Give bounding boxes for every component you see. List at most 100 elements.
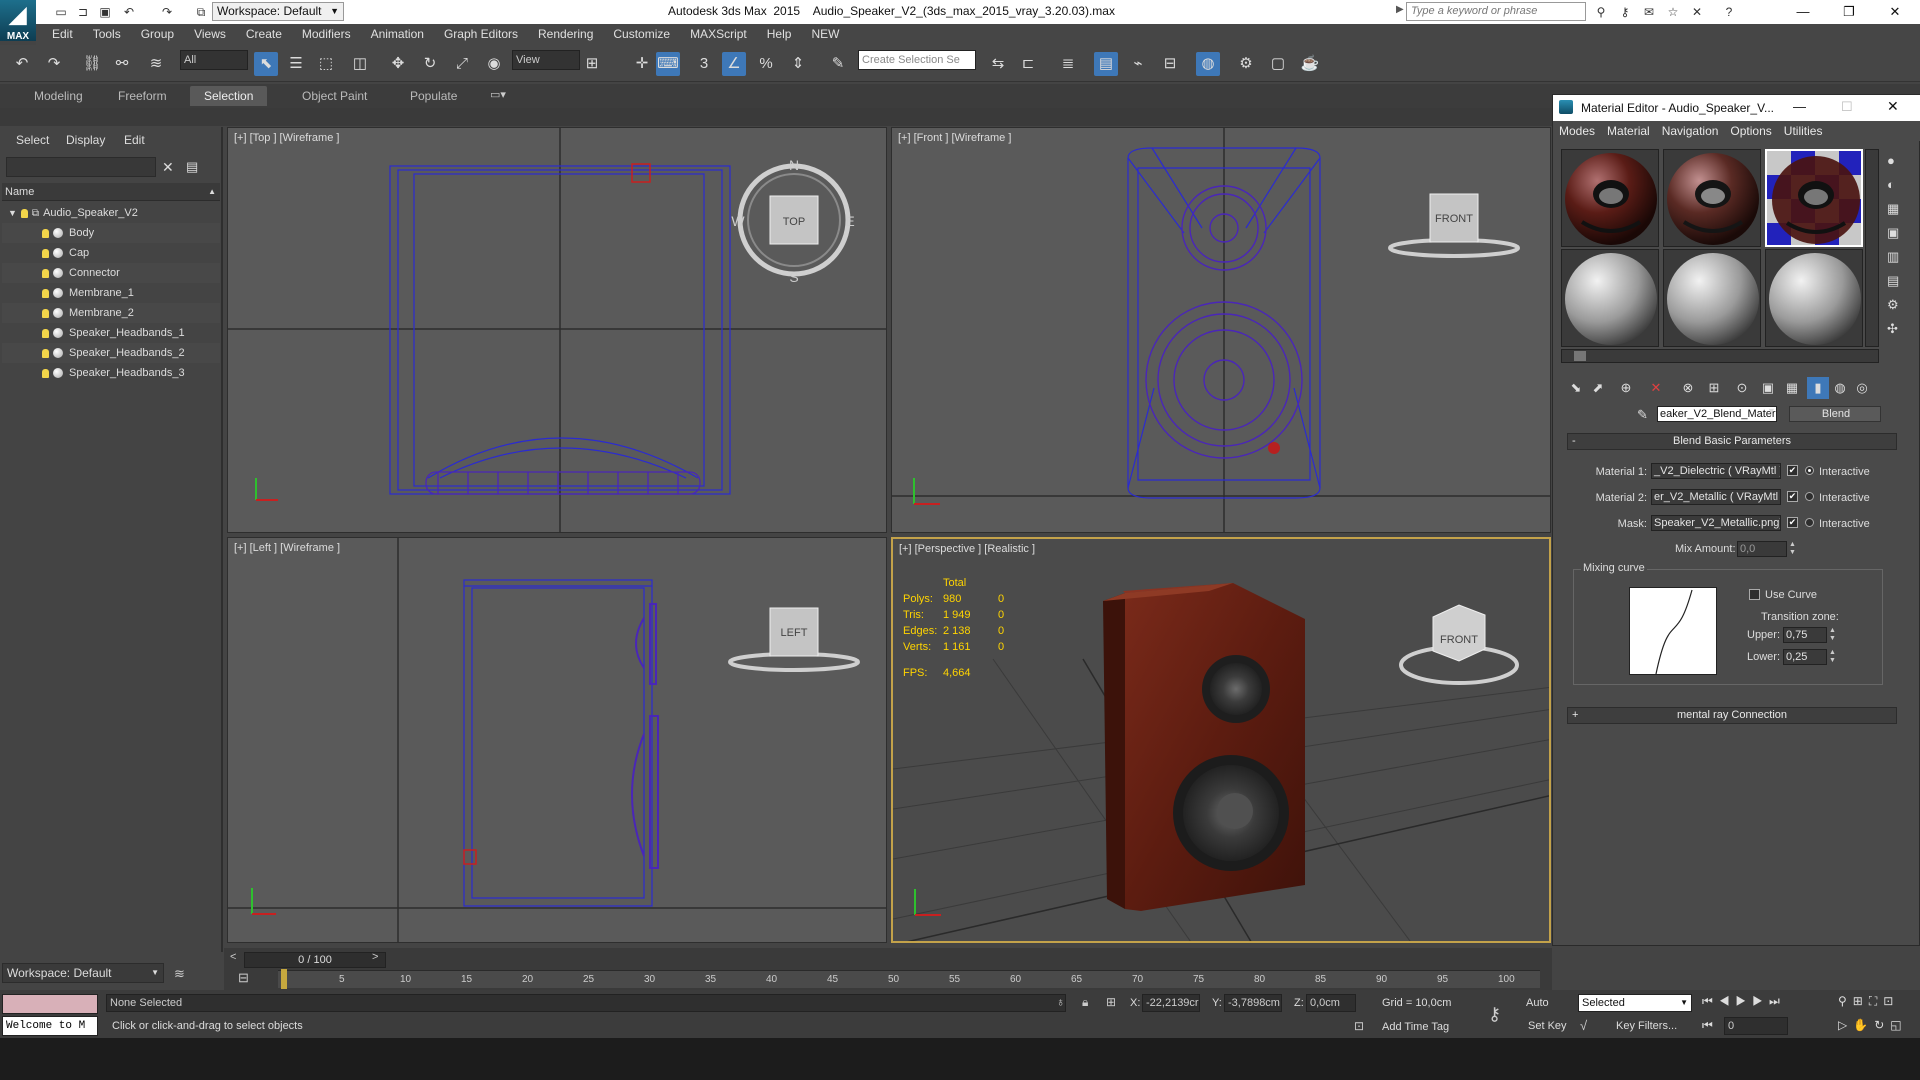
explorer-workspace-dropdown[interactable]: Workspace: Default ▼ bbox=[2, 963, 164, 983]
spinner-snap-icon[interactable]: ⇕ bbox=[786, 52, 810, 76]
light-bulb-icon[interactable] bbox=[42, 228, 49, 238]
mix-amount-spinner-icon[interactable]: ▲ ▼ bbox=[1789, 541, 1796, 557]
edit-named-selections-icon[interactable]: ✎ bbox=[826, 52, 850, 76]
pan-icon[interactable]: ✋ bbox=[1853, 1018, 1874, 1032]
light-bulb-icon[interactable] bbox=[20, 208, 28, 218]
maxscript-listener-mini[interactable] bbox=[2, 994, 98, 1014]
menu-edit[interactable]: Edit bbox=[36, 24, 83, 45]
snap-3d-icon[interactable]: 3 bbox=[692, 52, 716, 76]
move-icon[interactable]: ✥ bbox=[386, 52, 410, 76]
mirror-icon[interactable]: ⇆ bbox=[986, 52, 1010, 76]
reference-coordinate-dropdown[interactable]: View bbox=[512, 50, 580, 70]
tree-row[interactable]: Body bbox=[2, 223, 220, 243]
uv-tiling-icon[interactable]: ▣ bbox=[1887, 221, 1907, 245]
material1-enable-checkbox[interactable]: ✔ bbox=[1787, 465, 1798, 476]
time-tag-icon[interactable]: ⊡ bbox=[1354, 1019, 1364, 1033]
tab-populate[interactable]: Populate bbox=[396, 86, 471, 106]
viewport-left[interactable]: [+] [Left ] [Wireframe ] LEFT bbox=[227, 537, 887, 943]
get-material-icon[interactable]: ⬊ bbox=[1565, 377, 1587, 399]
tab-object-paint[interactable]: Object Paint bbox=[288, 86, 381, 106]
go-to-end-icon[interactable]: ⏭ bbox=[1769, 994, 1786, 1008]
material2-interactive-radio[interactable] bbox=[1805, 492, 1814, 501]
select-manipulate-icon[interactable]: ✛ bbox=[630, 52, 654, 76]
tree-row[interactable]: Speaker_Headbands_1 bbox=[2, 323, 220, 343]
absolute-mode-icon[interactable]: ⊞ bbox=[1106, 995, 1116, 1009]
select-by-name-icon[interactable]: ☰ bbox=[284, 52, 308, 76]
show-shaded-material-icon[interactable]: ▣ bbox=[1757, 377, 1779, 399]
backlight-icon[interactable]: ◐ bbox=[1887, 173, 1907, 197]
menu-graph-editors[interactable]: Graph Editors bbox=[434, 24, 528, 45]
mix-amount-field[interactable]: 0,0 bbox=[1737, 541, 1787, 557]
menu-modifiers[interactable]: Modifiers bbox=[292, 24, 361, 45]
me-menu-navigation[interactable]: Navigation bbox=[1656, 121, 1725, 141]
go-to-parent-icon[interactable]: ▮ bbox=[1807, 377, 1829, 399]
prev-frame-icon[interactable]: < bbox=[230, 951, 236, 963]
key-mode-dropdown[interactable]: Selected ▼ bbox=[1578, 994, 1692, 1012]
chevron-down-icon[interactable]: ▼ bbox=[1767, 406, 1776, 416]
pivot-icon[interactable]: ⊞ bbox=[580, 52, 604, 76]
material-slot-3-active[interactable] bbox=[1765, 149, 1863, 247]
layers-icon[interactable]: ≋ bbox=[174, 966, 185, 982]
material2-button[interactable]: er_V2_Metallic ( VRayMtl ) bbox=[1651, 489, 1781, 505]
tree-row[interactable]: Membrane_1 bbox=[2, 283, 220, 303]
mask-interactive-radio[interactable] bbox=[1805, 518, 1814, 527]
chevron-right-icon[interactable]: ▶ bbox=[1396, 4, 1404, 15]
angle-snap-icon[interactable]: ∠ bbox=[722, 52, 746, 76]
zoom-extents-all-icon[interactable]: ⊡ bbox=[1883, 994, 1899, 1008]
background-icon[interactable]: ▦ bbox=[1887, 197, 1907, 221]
maxscript-input[interactable]: Welcome to M bbox=[2, 1016, 98, 1036]
menu-tools[interactable]: Tools bbox=[83, 24, 131, 45]
viewport-top[interactable]: [+] [Top ] [Wireframe ] TOP N E S W bbox=[227, 127, 887, 533]
slots-horizontal-scrollbar[interactable] bbox=[1561, 349, 1879, 363]
material2-enable-checkbox[interactable]: ✔ bbox=[1787, 491, 1798, 502]
bind-space-warp-icon[interactable]: ≋ bbox=[144, 52, 168, 76]
play-icon[interactable]: ▶ bbox=[1736, 994, 1753, 1008]
search-input[interactable]: Type a keyword or phrase bbox=[1406, 2, 1586, 21]
select-by-material-icon[interactable]: ✣ bbox=[1887, 317, 1907, 341]
orbit-icon[interactable]: ↻ bbox=[1874, 1018, 1890, 1032]
zoom-all-icon[interactable]: ⊞ bbox=[1853, 994, 1869, 1008]
scroll-thumb[interactable] bbox=[1574, 351, 1586, 361]
tree-row[interactable]: Cap bbox=[2, 243, 220, 263]
add-time-tag[interactable]: Add Time Tag bbox=[1382, 1021, 1449, 1033]
time-slider[interactable]: 0 / 100 bbox=[244, 952, 386, 968]
material-navigator-icon[interactable]: ◎ bbox=[1851, 377, 1873, 399]
options-icon[interactable]: ⚙ bbox=[1887, 293, 1907, 317]
schematic-view-icon[interactable]: ⊟ bbox=[1158, 52, 1182, 76]
material-name-field[interactable]: eaker_V2_Blend_Material bbox=[1657, 406, 1777, 422]
me-menu-utilities[interactable]: Utilities bbox=[1778, 121, 1829, 141]
scale-icon[interactable]: ⤢ bbox=[450, 52, 474, 76]
selection-filter-dropdown[interactable]: All bbox=[180, 50, 248, 70]
select-object-icon[interactable]: ⬉ bbox=[254, 52, 278, 76]
material1-button[interactable]: _V2_Dielectric ( VRayMtl ) bbox=[1651, 463, 1781, 479]
lower-field[interactable]: 0,25 bbox=[1783, 649, 1827, 665]
rotate-icon[interactable]: ↻ bbox=[418, 52, 442, 76]
isolate-selection-icon[interactable]: ♁ bbox=[1056, 995, 1065, 1009]
put-to-scene-icon[interactable]: ⬈ bbox=[1587, 377, 1609, 399]
minimize-button[interactable]: — bbox=[1793, 99, 1806, 114]
explorer-search-input[interactable] bbox=[6, 157, 156, 177]
material-editor-icon[interactable]: ◍ bbox=[1196, 52, 1220, 76]
clear-search-icon[interactable]: ✕ bbox=[162, 159, 174, 176]
tree-row-root[interactable]: ▼ ⧉ Audio_Speaker_V2 bbox=[2, 203, 220, 223]
next-frame-icon[interactable]: > bbox=[372, 951, 378, 963]
rollout-blend-basic-parameters[interactable]: - Blend Basic Parameters bbox=[1567, 433, 1897, 450]
menu-views[interactable]: Views bbox=[184, 24, 236, 45]
render-setup-icon[interactable]: ⚙ bbox=[1234, 52, 1258, 76]
y-coordinate-field[interactable]: -3,7898cm bbox=[1224, 994, 1282, 1012]
viewport-front[interactable]: [+] [Front ] [Wireframe ] FRONT bbox=[891, 127, 1551, 533]
align-icon[interactable]: ⊏ bbox=[1016, 52, 1040, 76]
slots-vertical-scrollbar[interactable] bbox=[1865, 149, 1879, 347]
viewcube-perspective-label[interactable]: FRONT bbox=[1440, 634, 1478, 646]
make-preview-icon[interactable]: ▤ bbox=[1887, 269, 1907, 293]
keyboard-shortcut-icon[interactable]: ⌨ bbox=[656, 52, 680, 76]
link-icon[interactable]: ⛓ bbox=[80, 52, 104, 76]
redo-icon[interactable]: ↷ bbox=[158, 3, 176, 21]
key-filter-icon[interactable]: √ bbox=[1580, 1018, 1587, 1033]
sample-type-icon[interactable]: ● bbox=[1887, 149, 1907, 173]
me-menu-options[interactable]: Options bbox=[1724, 121, 1777, 141]
z-coordinate-field[interactable]: 0,0cm bbox=[1306, 994, 1356, 1012]
material-slot-4[interactable] bbox=[1561, 249, 1659, 347]
viewcube-top-label[interactable]: TOP bbox=[783, 216, 805, 228]
set-key-button[interactable]: Set Key bbox=[1528, 1020, 1567, 1032]
